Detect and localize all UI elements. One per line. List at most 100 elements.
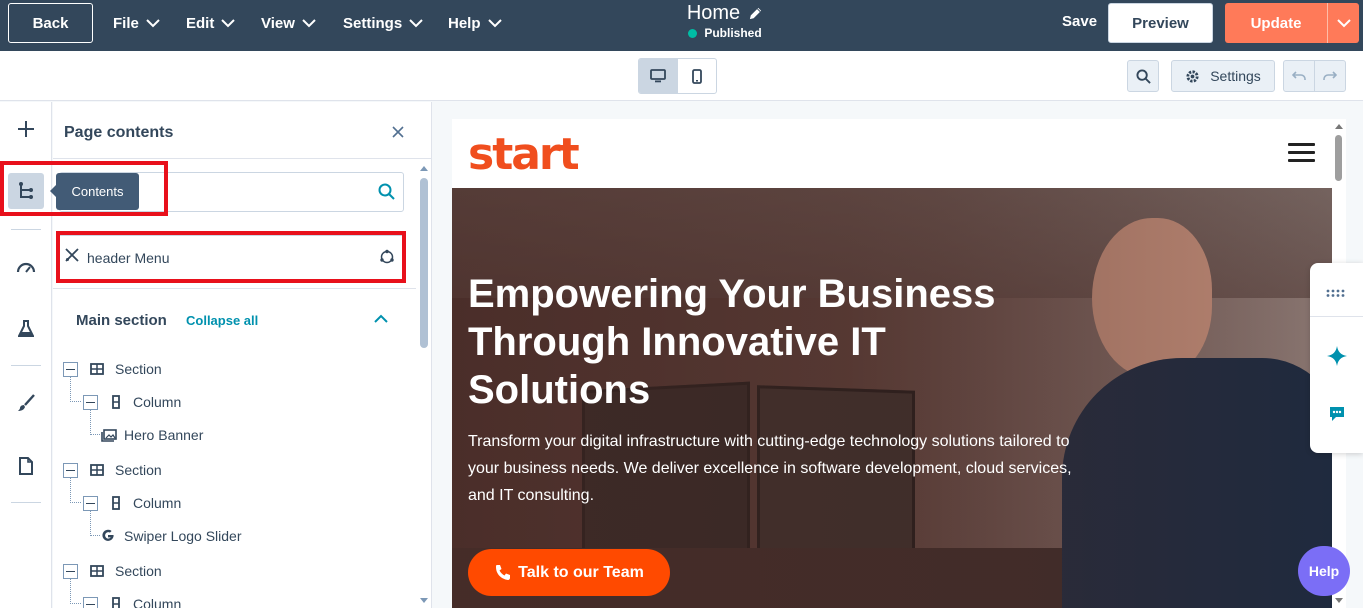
tree-row-column[interactable]: Column: [83, 392, 181, 412]
tree-row-module[interactable]: Swiper Logo Slider: [101, 526, 242, 546]
desktop-icon: [650, 69, 667, 83]
chevron-down-icon: [487, 18, 502, 27]
column-icon: [112, 395, 120, 409]
view-menu-label: View: [261, 14, 295, 32]
search-icon: [1135, 68, 1151, 84]
scroll-down-icon[interactable]: [420, 598, 428, 604]
chevron-up-icon[interactable]: [374, 310, 388, 328]
talk-to-team-button[interactable]: Talk to our Team: [468, 549, 670, 596]
chevron-down-icon: [1336, 18, 1351, 27]
desktop-view-button[interactable]: [639, 59, 678, 93]
rail-divider: [11, 229, 41, 230]
tree-connector: [70, 579, 71, 604]
test-button[interactable]: [8, 311, 44, 347]
back-button[interactable]: Back: [8, 3, 93, 43]
tree-row-label: Section: [115, 563, 162, 579]
tree-row-section[interactable]: Section: [63, 561, 162, 581]
settings-menu-label: Settings: [343, 14, 403, 32]
add-module-button[interactable]: [8, 111, 44, 147]
collapse-toggle[interactable]: [83, 596, 98, 608]
settings-button-label: Settings: [1210, 68, 1261, 84]
contents-button[interactable]: [8, 173, 44, 209]
hero-description: Transform your digital infrastructure wi…: [468, 433, 1072, 504]
update-options-button[interactable]: [1327, 3, 1359, 43]
pencil-icon[interactable]: [748, 6, 763, 21]
tree-row-label: Column: [133, 495, 182, 511]
undo-redo-group: [1283, 60, 1346, 92]
tree-connector: [90, 434, 100, 435]
settings-menu[interactable]: Settings: [343, 0, 423, 46]
tree-row-section[interactable]: Section: [63, 460, 162, 480]
edit-menu[interactable]: Edit: [186, 0, 236, 46]
tree-row-column[interactable]: Column: [83, 594, 181, 608]
tree-row-module[interactable]: Hero Banner: [101, 425, 203, 445]
panel-scrollbar[interactable]: [416, 160, 431, 608]
tools-icon: [65, 248, 79, 267]
tree-row-section[interactable]: Section: [63, 359, 162, 379]
document-icon: [19, 457, 33, 475]
optimize-button[interactable]: [8, 249, 44, 285]
file-menu[interactable]: File: [113, 0, 160, 46]
site-logo[interactable]: start: [468, 129, 580, 180]
chevron-down-icon: [302, 18, 316, 27]
help-menu-label: Help: [448, 14, 481, 32]
view-menu[interactable]: View: [261, 0, 316, 46]
left-icon-rail: [0, 102, 52, 608]
tree-connector: [90, 511, 91, 536]
panel-divider: [53, 288, 416, 289]
help-button[interactable]: Help: [1298, 546, 1350, 596]
global-header-menu-item[interactable]: header Menu: [59, 235, 404, 280]
close-panel-button[interactable]: [392, 125, 404, 143]
tree-row-label: Column: [133, 596, 182, 608]
preview-button[interactable]: Preview: [1108, 3, 1213, 43]
undo-button[interactable]: [1284, 61, 1315, 91]
scroll-down-icon[interactable]: [1335, 598, 1343, 604]
page-preview[interactable]: start Empowering Your Business Through I…: [452, 119, 1346, 608]
chevron-down-icon: [221, 18, 236, 27]
search-icon[interactable]: [378, 183, 395, 205]
collapse-toggle[interactable]: [63, 361, 78, 377]
chevron-down-icon: [409, 18, 423, 27]
plus-icon: [18, 121, 34, 137]
tree-row-column[interactable]: Column: [83, 493, 181, 513]
scroll-up-icon[interactable]: [420, 165, 428, 171]
hamburger-menu-icon[interactable]: [1288, 143, 1315, 163]
grid-menu-button[interactable]: [1310, 273, 1363, 313]
collapse-all-link[interactable]: Collapse all: [186, 313, 258, 328]
search-button[interactable]: [1127, 60, 1159, 92]
device-view-toggle: [638, 58, 717, 94]
help-menu[interactable]: Help: [448, 0, 502, 46]
page-title[interactable]: Home: [687, 2, 763, 25]
tree-row-label: Hero Banner: [124, 427, 204, 443]
chat-button[interactable]: [1310, 395, 1363, 431]
close-icon: [392, 126, 404, 138]
status-dot-icon: [688, 28, 698, 38]
section-icon: [90, 464, 104, 476]
scroll-up-icon[interactable]: [1335, 123, 1343, 129]
design-button[interactable]: [8, 385, 44, 421]
paintbrush-icon: [18, 394, 35, 411]
global-sync-icon: [379, 249, 395, 270]
collapse-toggle[interactable]: [63, 462, 78, 478]
collapse-toggle[interactable]: [83, 495, 98, 511]
collapse-toggle[interactable]: [63, 563, 78, 579]
save-button[interactable]: Save: [1062, 13, 1097, 30]
phone-icon: [496, 565, 511, 580]
tree-connector: [70, 478, 71, 503]
redo-button[interactable]: [1315, 61, 1345, 91]
collapse-toggle[interactable]: [83, 394, 98, 410]
update-button[interactable]: Update: [1225, 3, 1327, 43]
panel-scroll-thumb[interactable]: [420, 178, 428, 348]
ai-assistant-button[interactable]: [1310, 338, 1363, 374]
settings-button[interactable]: Settings: [1171, 60, 1275, 92]
tree-connector: [70, 401, 81, 402]
mobile-view-button[interactable]: [678, 59, 717, 93]
edit-menu-label: Edit: [186, 14, 215, 32]
hero-banner[interactable]: Empowering Your Business Through Innovat…: [452, 188, 1332, 608]
column-icon: [112, 597, 120, 608]
flask-icon: [18, 320, 34, 337]
tree-connector: [90, 535, 100, 536]
page-settings-button[interactable]: [8, 448, 44, 484]
site-header[interactable]: start: [452, 119, 1332, 188]
preview-scroll-thumb[interactable]: [1335, 135, 1342, 181]
